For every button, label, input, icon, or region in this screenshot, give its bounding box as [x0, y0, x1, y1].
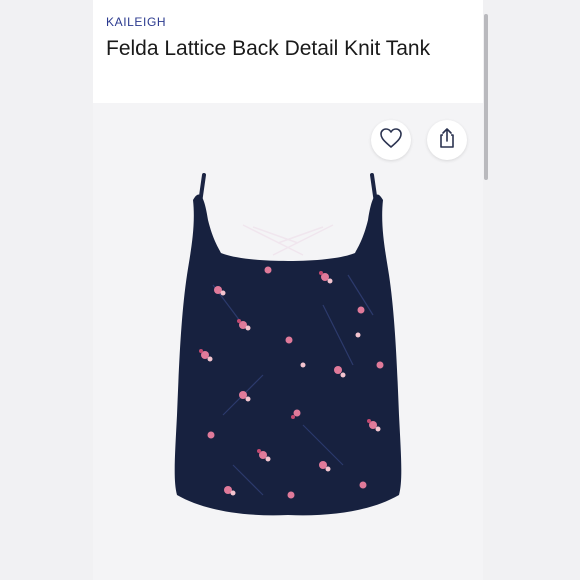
product-image — [174, 173, 402, 516]
product-header: KAILEIGH Felda Lattice Back Detail Knit … — [93, 0, 483, 103]
right-margin — [483, 0, 580, 580]
product-card: KAILEIGH Felda Lattice Back Detail Knit … — [93, 0, 483, 580]
scrollbar[interactable] — [484, 14, 488, 180]
favorite-button[interactable] — [371, 120, 411, 160]
heart-icon — [379, 127, 403, 154]
left-margin — [0, 0, 93, 580]
product-title: Felda Lattice Back Detail Knit Tank — [106, 37, 431, 60]
share-icon — [437, 127, 457, 154]
share-button[interactable] — [427, 120, 467, 160]
brand-link[interactable]: KAILEIGH — [106, 15, 166, 29]
